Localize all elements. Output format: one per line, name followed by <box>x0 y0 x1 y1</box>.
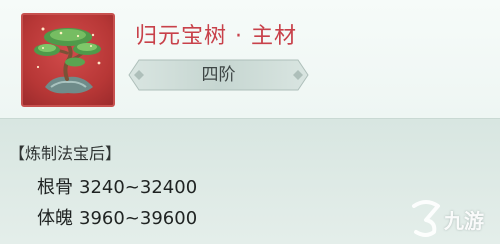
watermark: 九游 <box>408 196 498 240</box>
stat-row-gengu: 根骨 3240~32400 <box>37 173 197 199</box>
stat-name: 根骨 <box>37 177 73 198</box>
tier-label: 四阶 <box>201 65 236 85</box>
tier-banner: 四阶 <box>127 58 310 92</box>
item-name: 归元宝树 · 主材 <box>135 24 297 49</box>
stat-name: 体魄 <box>37 208 73 229</box>
stat-row-tipo: 体魄 3960~39600 <box>37 204 197 230</box>
stat-value: 3960~39600 <box>79 208 198 229</box>
bonsai-tree-icon <box>34 27 101 94</box>
jiuyou-logo-icon <box>412 200 440 237</box>
watermark-text: 九游 <box>444 209 484 233</box>
section-title: 【炼制法宝后】 <box>9 144 122 163</box>
stat-value: 3240~32400 <box>79 177 198 198</box>
item-icon-frame[interactable] <box>21 13 115 107</box>
